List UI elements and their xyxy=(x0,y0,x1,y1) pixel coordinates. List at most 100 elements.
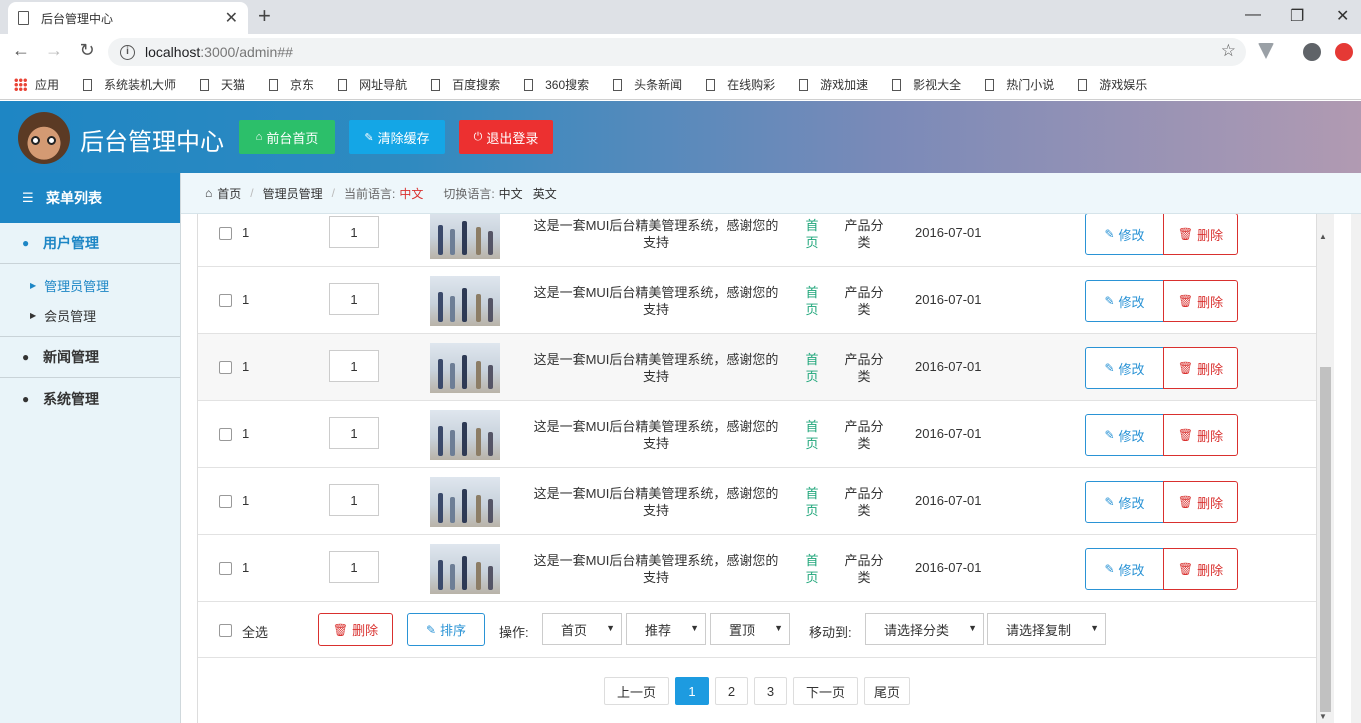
edit-button[interactable]: ✎ 修改 xyxy=(1085,481,1164,523)
bookmark-item[interactable]: 在线购彩 xyxy=(706,76,775,93)
page-icon xyxy=(1078,78,1088,91)
info-icon[interactable]: i xyxy=(120,44,135,60)
copy-select[interactable]: 请选择复制 ▼ xyxy=(987,613,1106,645)
breadcrumb-home[interactable]: 首页 xyxy=(217,185,241,202)
bulk-delete-button[interactable]: 🗑 删除 xyxy=(318,613,393,646)
bookmark-item[interactable]: 天猫 xyxy=(200,76,245,93)
row-checkbox[interactable] xyxy=(219,495,232,508)
delete-button[interactable]: 🗑 删除 xyxy=(1163,280,1238,322)
edit-button[interactable]: ✎ 修改 xyxy=(1085,347,1164,389)
table-row: 1 1 这是一套MUI后台精美管理系统，感谢您的支持 首页 产品分类 2016-… xyxy=(198,535,1316,602)
row-category-link[interactable]: 首页 xyxy=(804,217,820,251)
sort-input[interactable]: 1 xyxy=(329,216,379,248)
last-page-button[interactable]: 尾页 xyxy=(864,677,910,705)
logout-button[interactable]: ⏻ 退出登录 xyxy=(459,120,553,154)
wrench-icon: ✎ xyxy=(364,131,374,144)
sidebar-group-users[interactable]: ● 用户管理 xyxy=(0,223,180,264)
reload-icon[interactable]: ↻ xyxy=(75,40,99,61)
op-home-select[interactable]: 首页 ▼ xyxy=(542,613,622,645)
op-recommend-select[interactable]: 推荐 ▼ xyxy=(626,613,706,645)
bulk-sort-button[interactable]: ✎ 排序 xyxy=(407,613,485,646)
tab-title: 后台管理中心 xyxy=(41,11,114,26)
op-top-select[interactable]: 置顶 ▼ xyxy=(710,613,790,645)
delete-button[interactable]: 🗑 删除 xyxy=(1163,548,1238,590)
browser-tab[interactable]: 后台管理中心 ✕ xyxy=(8,2,248,34)
page-2-button[interactable]: 2 xyxy=(715,677,748,705)
front-home-button[interactable]: ⌂ 前台首页 xyxy=(239,120,335,154)
edit-button[interactable]: ✎ 修改 xyxy=(1085,214,1164,255)
row-checkbox[interactable] xyxy=(219,562,232,575)
row-checkbox[interactable] xyxy=(219,428,232,441)
delete-button[interactable]: 🗑 删除 xyxy=(1163,347,1238,389)
update-icon[interactable] xyxy=(1335,43,1353,61)
sort-input[interactable]: 1 xyxy=(329,484,379,516)
scroll-down-icon[interactable]: ▼ xyxy=(1319,712,1327,721)
bookmark-item[interactable]: 影视大全 xyxy=(892,76,961,93)
edit-button[interactable]: ✎ 修改 xyxy=(1085,414,1164,456)
app-title: 后台管理中心 xyxy=(80,129,224,156)
window-close-icon[interactable]: ✕ xyxy=(1336,6,1349,26)
row-checkbox[interactable] xyxy=(219,294,232,307)
row-category-link[interactable]: 首页 xyxy=(804,485,820,519)
trash-icon: 🗑 xyxy=(1177,562,1194,576)
minimize-icon[interactable]: — xyxy=(1245,6,1261,24)
delete-button[interactable]: 🗑 删除 xyxy=(1163,214,1238,255)
row-category: 产品分类 xyxy=(844,419,884,451)
page-3-button[interactable]: 3 xyxy=(754,677,787,705)
language-zh-link[interactable]: 中文 xyxy=(499,185,523,202)
back-icon[interactable]: ← xyxy=(9,40,33,61)
bookmark-item[interactable]: 网址导航 xyxy=(338,76,407,93)
sort-input[interactable]: 1 xyxy=(329,551,379,583)
close-icon[interactable]: ✕ xyxy=(225,8,238,28)
sort-input[interactable]: 1 xyxy=(329,283,379,315)
delete-button[interactable]: 🗑 删除 xyxy=(1163,481,1238,523)
bookmark-apps[interactable]: 应用 xyxy=(14,76,59,93)
row-description: 这是一套MUI后台精美管理系统，感谢您的支持 xyxy=(533,553,779,585)
row-date: 2016-07-01 xyxy=(915,560,982,575)
bookmark-item[interactable]: 京东 xyxy=(269,76,314,93)
select-all-label[interactable]: 全选 xyxy=(242,622,268,641)
bookmark-item[interactable]: 百度搜索 xyxy=(431,76,500,93)
row-checkbox[interactable] xyxy=(219,227,232,240)
next-page-button[interactable]: 下一页 xyxy=(793,677,858,705)
move-category-select[interactable]: 请选择分类 ▼ xyxy=(865,613,984,645)
bookmark-item[interactable]: 系统装机大师 xyxy=(83,76,176,93)
language-en-link[interactable]: 英文 xyxy=(533,185,557,202)
breadcrumb-section[interactable]: 管理员管理 xyxy=(263,185,323,202)
select-all-checkbox[interactable] xyxy=(219,624,232,637)
bookmark-star-icon[interactable]: ☆ xyxy=(1221,41,1236,61)
sidebar-item-admin[interactable]: ▶ 管理员管理 xyxy=(0,270,180,300)
sidebar-item-members[interactable]: ▶ 会员管理 xyxy=(0,300,180,330)
profile-icon[interactable] xyxy=(1303,43,1321,61)
extension-icon[interactable] xyxy=(1258,43,1274,59)
row-category-link[interactable]: 首页 xyxy=(804,351,820,385)
delete-button[interactable]: 🗑 删除 xyxy=(1163,414,1238,456)
content-scrollbar-thumb[interactable] xyxy=(1320,367,1331,712)
edit-button[interactable]: ✎ 修改 xyxy=(1085,280,1164,322)
row-category-link[interactable]: 首页 xyxy=(804,284,820,318)
edit-button[interactable]: ✎ 修改 xyxy=(1085,548,1164,590)
bookmark-item[interactable]: 头条新闻 xyxy=(613,76,682,93)
restore-icon[interactable]: ❐ xyxy=(1290,6,1304,26)
bookmark-item[interactable]: 热门小说 xyxy=(985,76,1054,93)
prev-page-button[interactable]: 上一页 xyxy=(604,677,669,705)
sort-input[interactable]: 1 xyxy=(329,417,379,449)
row-category: 产品分类 xyxy=(844,285,884,317)
sidebar-group-system[interactable]: ● 系统管理 xyxy=(0,378,180,419)
new-tab-icon[interactable]: + xyxy=(258,4,271,28)
forward-icon[interactable]: → xyxy=(42,40,66,61)
page-scrollbar[interactable] xyxy=(1351,214,1361,723)
bookmark-item[interactable]: 游戏加速 xyxy=(799,76,868,93)
row-category-link[interactable]: 首页 xyxy=(804,418,820,452)
bookmark-item[interactable]: 360搜索 xyxy=(524,76,589,93)
scroll-up-icon[interactable]: ▲ xyxy=(1319,232,1327,241)
row-checkbox[interactable] xyxy=(219,361,232,374)
page-1-button[interactable]: 1 xyxy=(675,677,709,705)
bookmark-item[interactable]: 游戏娱乐 xyxy=(1078,76,1147,93)
sidebar-group-news[interactable]: ● 新闻管理 xyxy=(0,337,180,378)
url-bar[interactable]: i localhost:3000/admin## ☆ xyxy=(108,38,1246,66)
clear-cache-button[interactable]: ✎ 清除缓存 xyxy=(349,120,445,154)
sort-input[interactable]: 1 xyxy=(329,350,379,382)
row-category-link[interactable]: 首页 xyxy=(804,552,820,586)
row-description: 这是一套MUI后台精美管理系统，感谢您的支持 xyxy=(533,352,779,384)
